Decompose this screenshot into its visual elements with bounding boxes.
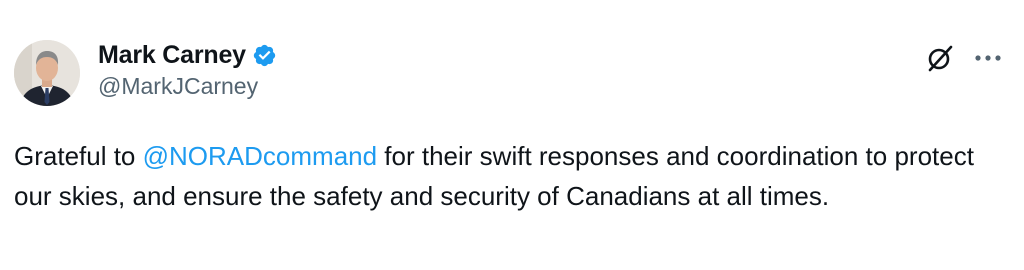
verified-badge-icon[interactable] — [252, 43, 277, 68]
display-name[interactable]: Mark Carney — [98, 41, 246, 70]
grok-icon[interactable] — [926, 44, 954, 72]
mention-link[interactable]: @NORADcommand — [143, 141, 377, 171]
tweet-text: Grateful to @NORADcommand for their swif… — [14, 136, 1014, 216]
avatar[interactable] — [14, 40, 80, 106]
more-horizontal-icon[interactable] — [973, 46, 1003, 70]
author-info: Mark Carney @MarkJCarney — [98, 38, 277, 100]
name-row: Mark Carney — [98, 38, 277, 72]
tweet-text-prefix: Grateful to — [14, 141, 143, 171]
profile-photo-icon — [14, 40, 80, 106]
tweet: Mark Carney @MarkJCarney Grateful to @NO… — [0, 0, 1024, 270]
user-handle[interactable]: @MarkJCarney — [98, 73, 277, 100]
